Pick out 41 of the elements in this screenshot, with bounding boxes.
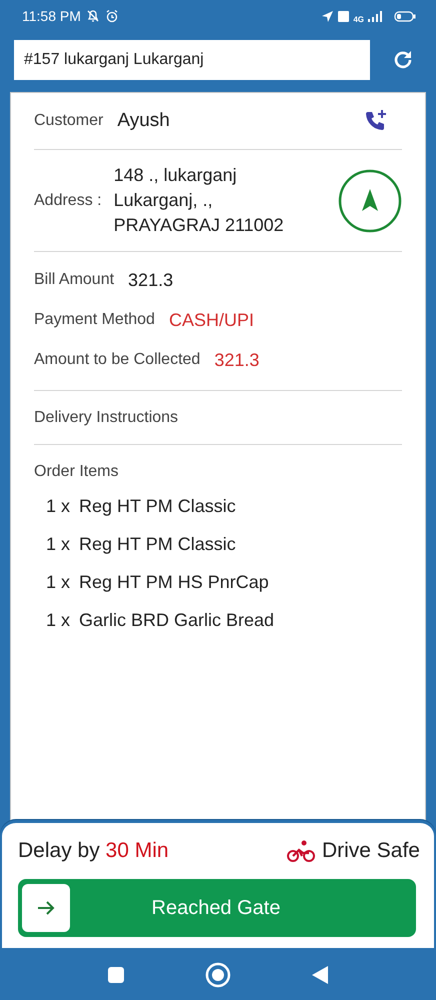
billing-value: CASH/UPI: [168, 310, 254, 330]
phone-plus-icon[interactable]: [364, 109, 388, 133]
signal-icon: [368, 10, 382, 22]
arrow-right-icon: [22, 884, 70, 932]
refresh-icon[interactable]: [392, 49, 414, 71]
order-field[interactable]: #157 lukarganj Lukarganj: [14, 40, 370, 80]
address-line: Lukarganj, .,: [114, 189, 214, 212]
billing-label: Amount to be Collected: [34, 351, 200, 369]
item-name: Garlic BRD Garlic Bread: [79, 610, 274, 630]
address-line: 148 ., lukarganj: [114, 164, 238, 187]
navigate-button[interactable]: [338, 168, 402, 232]
item-name: Reg HT PM Classic: [79, 534, 236, 554]
drive-safe-text: Drive Safe: [322, 839, 420, 863]
recents-button[interactable]: [107, 966, 125, 984]
delivery-instructions-label: Delivery Instructions: [34, 408, 180, 428]
order-items-title: Order Items: [34, 462, 120, 481]
home-button[interactable]: [205, 962, 231, 988]
item-quantity: 1 x: [46, 572, 70, 592]
customer-name: Ayush: [117, 110, 171, 132]
billing-label: Payment Method: [34, 311, 155, 329]
location-arrow-icon: [321, 10, 334, 22]
item-name: Reg HT PM HS PnrCap: [79, 572, 269, 592]
reached-gate-button[interactable]: Reached Gate: [18, 879, 416, 937]
item-quantity: 1 x: [46, 534, 70, 554]
item-name: Reg HT PM Classic: [79, 496, 236, 516]
billing-value: 321.3: [214, 350, 260, 370]
delay-text: Delay by 30 Min: [18, 839, 169, 863]
alarm-icon: [104, 9, 119, 23]
address-label: Address :: [34, 192, 102, 210]
cyclist-icon: [286, 840, 316, 862]
bell-off-icon: [86, 9, 100, 23]
battery-icon: [394, 10, 416, 22]
customer-label: Customer: [34, 112, 104, 130]
billing-label: Bill Amount: [34, 271, 114, 289]
status-time: 11:58 PM: [22, 8, 81, 24]
item-quantity: 1 x: [46, 496, 70, 516]
item-quantity: 1 x: [46, 610, 70, 630]
billing-value: 321.3: [128, 270, 174, 290]
back-button[interactable]: [311, 965, 329, 985]
address-line: PRAYAGRAJ 211002: [114, 214, 285, 237]
network-type: 4G: [353, 14, 364, 24]
